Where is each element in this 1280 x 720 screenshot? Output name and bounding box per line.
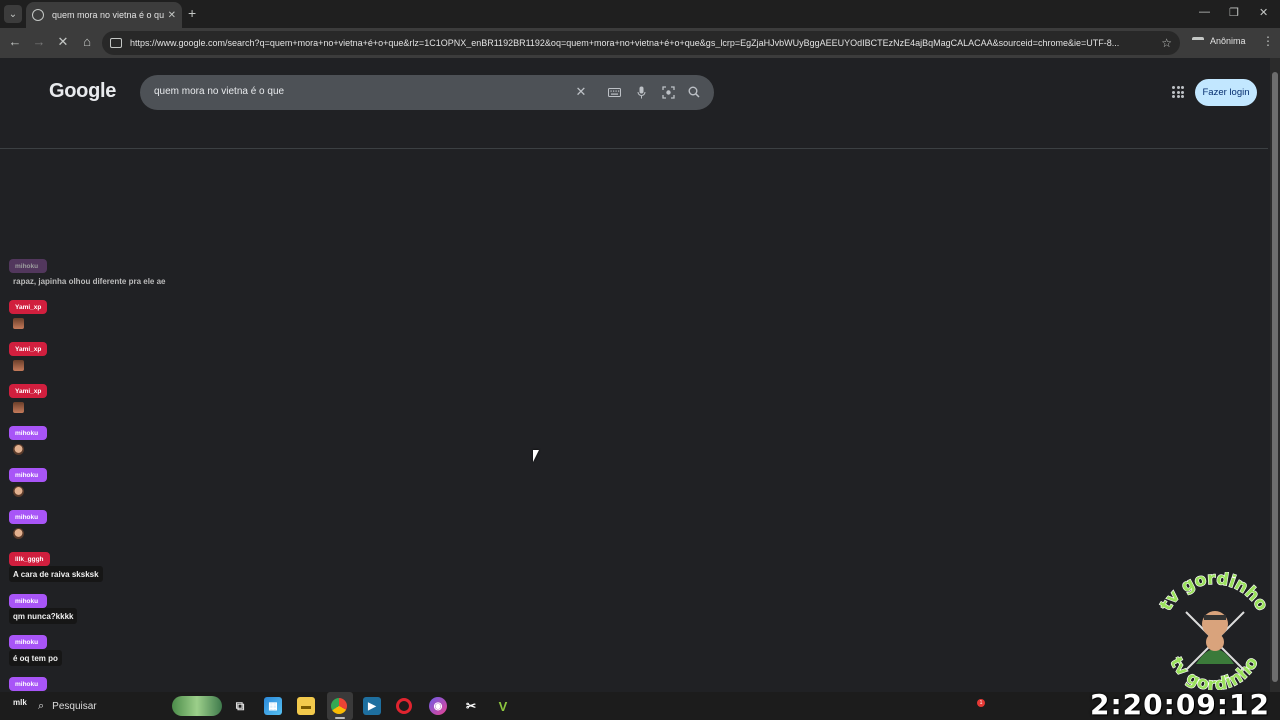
taskbar-search[interactable]: ⌕ Pesquisar xyxy=(32,696,222,716)
minimize-button[interactable]: — xyxy=(1199,6,1210,18)
close-window-button[interactable]: ✕ xyxy=(1259,6,1268,19)
chat-username: mihoku xyxy=(9,259,47,273)
browser-toolbar: ← → ✕ ⌂ https://www.google.com/search?q=… xyxy=(0,28,1280,58)
chat-message: mlk xyxy=(13,697,27,707)
task-view-icon[interactable]: ⧉ xyxy=(231,697,249,715)
chat-message: é oq tem po xyxy=(9,650,62,666)
chat-emote xyxy=(13,486,24,497)
chat-emote xyxy=(13,444,24,455)
file-explorer-icon[interactable]: ▬ xyxy=(297,697,315,715)
mouse-cursor-icon xyxy=(533,450,545,462)
tab-search-button[interactable]: ⌄ xyxy=(4,5,22,23)
notification-badge[interactable]: 1 xyxy=(977,699,985,707)
chat-username: mihoku xyxy=(9,510,47,524)
chat-username: mihoku xyxy=(9,594,47,608)
apps-icon[interactable] xyxy=(1172,86,1184,98)
chat-username: Yami_xp xyxy=(9,384,48,398)
site-info-icon[interactable] xyxy=(110,38,122,48)
bookmark-star-icon[interactable]: ☆ xyxy=(1161,36,1172,50)
chat-username: Yami_xp xyxy=(9,342,48,356)
chat-emote xyxy=(13,318,24,329)
chat-message: A cara de raiva sksksk xyxy=(9,566,103,582)
back-button[interactable]: ← xyxy=(6,34,24,49)
stream-clock: 2:20:09:12 xyxy=(1090,688,1270,720)
store-icon[interactable]: ▦ xyxy=(264,697,282,715)
opera-icon[interactable] xyxy=(396,698,412,714)
windows-taskbar: mlk ⌕ Pesquisar ⧉ ▦ ▬ ▶ ◉ ✂ V xyxy=(0,692,1280,720)
chat-username: mihoku xyxy=(9,468,47,482)
login-button[interactable]: Fazer login xyxy=(1195,79,1257,106)
tab-strip: ⌄ quem mora no vietna é o que ✕ + — ❐ ✕ xyxy=(0,0,1280,28)
browser-menu-icon[interactable]: ⋮ xyxy=(1262,34,1274,48)
taskbar-search-label: Pesquisar xyxy=(52,700,97,712)
svg-text:tv gordinho: tv gordinho xyxy=(1156,572,1272,615)
globe-icon xyxy=(32,9,44,21)
incognito-label: Anônima xyxy=(1210,36,1246,46)
lens-icon[interactable] xyxy=(660,84,676,100)
mic-icon[interactable] xyxy=(633,84,649,100)
search-box[interactable]: quem mora no vietna é o que ✕ xyxy=(140,75,714,110)
chat-username: lllk_gggh xyxy=(9,552,50,566)
stop-loading-button[interactable]: ✕ xyxy=(54,34,72,50)
header-divider xyxy=(0,148,1268,149)
restore-button[interactable]: ❐ xyxy=(1229,6,1239,19)
chat-emote xyxy=(13,402,24,413)
chat-username: mihoku xyxy=(9,635,47,649)
tab-close-icon[interactable]: ✕ xyxy=(168,10,176,21)
address-bar[interactable]: https://www.google.com/search?q=quem+mor… xyxy=(102,31,1180,55)
capcut-icon[interactable]: ✂ xyxy=(462,697,480,715)
chat-message: rapaz, japinha olhou diferente pra ele a… xyxy=(13,276,166,286)
chat-message: qm nunca?kkkk xyxy=(9,608,78,624)
chat-username: mihoku xyxy=(9,426,47,440)
search-icon: ⌕ xyxy=(38,699,45,712)
incognito-icon xyxy=(1192,36,1204,46)
active-indicator xyxy=(335,717,345,719)
chat-emote xyxy=(13,528,24,539)
url-text: https://www.google.com/search?q=quem+mor… xyxy=(130,38,1120,48)
keyboard-icon[interactable] xyxy=(606,84,622,100)
chat-emote xyxy=(13,360,24,371)
search-input[interactable]: quem mora no vietna é o que xyxy=(154,86,284,97)
search-icon[interactable] xyxy=(686,84,702,100)
new-tab-button[interactable]: + xyxy=(188,5,196,21)
chat-username: Yami_xp xyxy=(9,300,48,314)
clear-icon[interactable]: ✕ xyxy=(573,84,589,100)
browser-tab[interactable]: quem mora no vietna é o que ✕ xyxy=(26,2,182,28)
messenger-icon[interactable]: ◉ xyxy=(429,697,447,715)
incognito-indicator[interactable]: Anônima xyxy=(1192,36,1246,46)
forward-button[interactable]: → xyxy=(30,34,48,49)
streamer-logo: tv gordinho tv gordinho xyxy=(1152,568,1276,696)
tab-title: quem mora no vietna é o que xyxy=(52,10,164,20)
chrome-icon[interactable] xyxy=(331,698,347,714)
search-highlight-art xyxy=(172,696,222,716)
vegas-icon[interactable]: V xyxy=(494,697,512,715)
home-button[interactable]: ⌂ xyxy=(78,34,96,49)
app-icon[interactable]: ▶ xyxy=(363,697,381,715)
google-logo[interactable]: Google xyxy=(49,80,116,103)
chat-username: mihoku xyxy=(9,677,47,691)
